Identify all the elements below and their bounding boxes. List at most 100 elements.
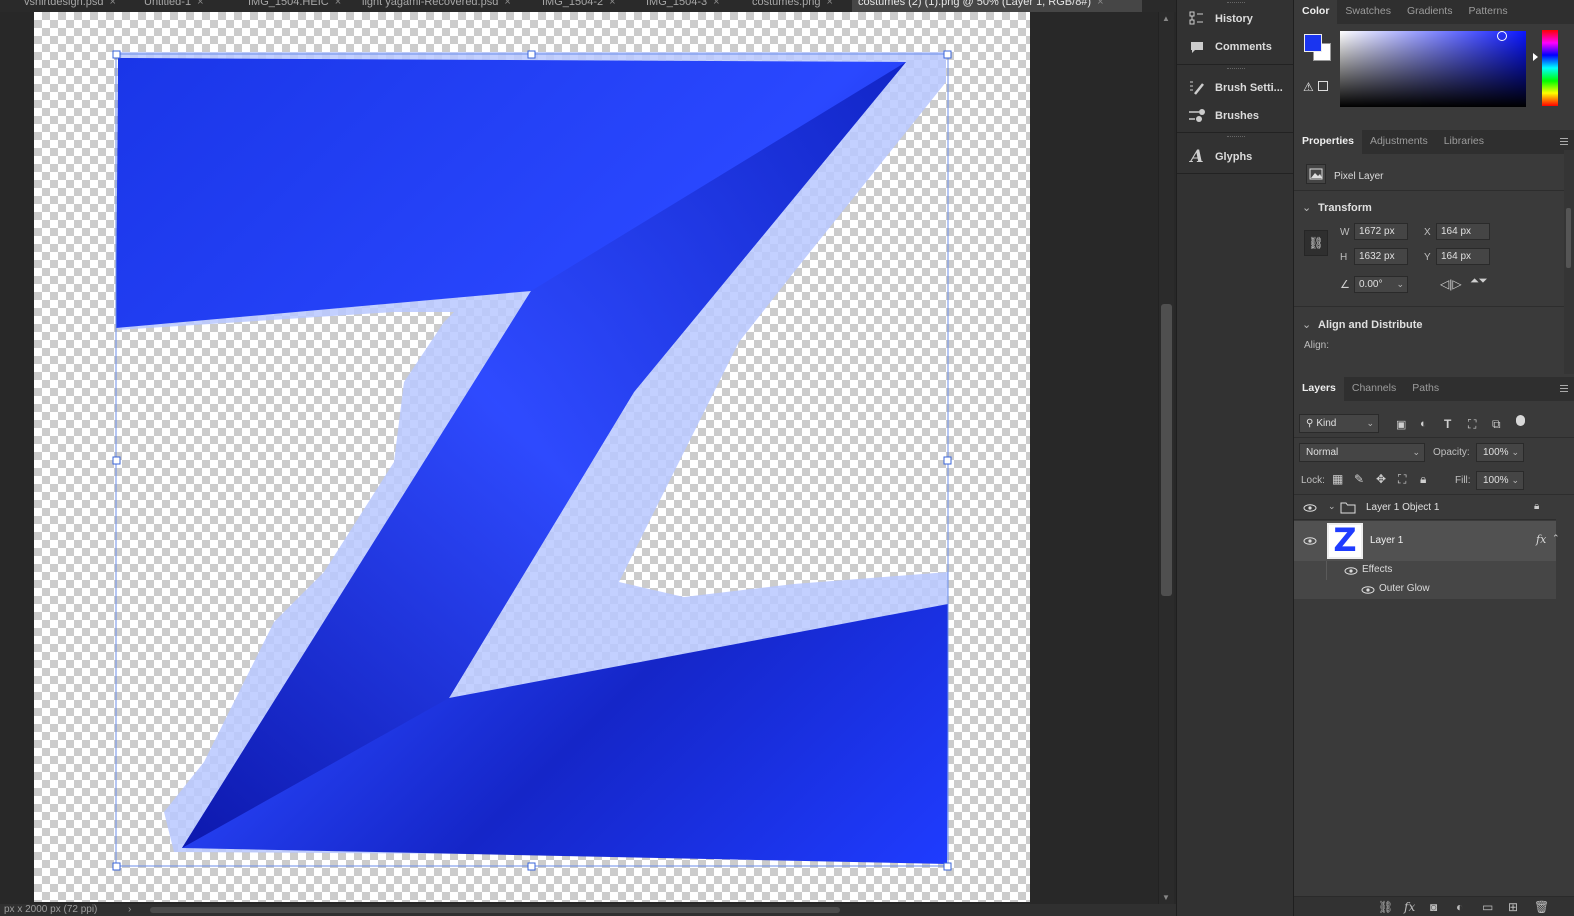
new-layer-icon[interactable]: ⊞ xyxy=(1508,900,1518,914)
handle-bottom-middle[interactable] xyxy=(527,862,536,871)
chevron-down-icon[interactable]: ⌄ xyxy=(1511,444,1519,461)
doc-tab-img1504-heic[interactable]: IMG_1504.HEIC × xyxy=(242,0,341,12)
dock-grip[interactable] xyxy=(1227,2,1245,4)
align-section-toggle[interactable]: ⌄ Align and Distribute xyxy=(1302,318,1423,331)
chevron-down-icon[interactable]: ⌄ xyxy=(1396,277,1404,292)
doc-tab-light-yagami[interactable]: light yagami-Recovered.psd × xyxy=(356,0,511,12)
handle-top-middle[interactable] xyxy=(527,50,536,59)
foreground-color-swatch[interactable] xyxy=(1304,34,1322,52)
chevron-down-icon[interactable]: ⌄ xyxy=(1511,472,1519,489)
tab-layers[interactable]: Layers xyxy=(1294,377,1344,401)
dock-grip[interactable] xyxy=(1227,136,1245,138)
doc-tab-costumes[interactable]: costumes.png × xyxy=(746,0,833,12)
color-saturation-field[interactable] xyxy=(1340,31,1526,107)
handle-middle-left[interactable] xyxy=(112,456,121,465)
web-safe-color-swatch[interactable] xyxy=(1318,81,1328,91)
dock-grip[interactable] xyxy=(1227,68,1245,70)
filter-toggle-icon[interactable] xyxy=(1516,415,1525,426)
tab-properties[interactable]: Properties xyxy=(1294,130,1362,154)
handle-top-left[interactable] xyxy=(112,50,121,59)
handle-bottom-left[interactable] xyxy=(112,862,121,871)
horizontal-scroll-thumb[interactable] xyxy=(150,907,840,913)
chevron-down-icon[interactable]: ⌄ xyxy=(1328,501,1336,512)
hue-slider[interactable] xyxy=(1542,30,1558,106)
visibility-eye-icon[interactable] xyxy=(1361,586,1375,594)
link-layers-icon[interactable]: ⛓ xyxy=(1378,900,1393,914)
tab-adjustments[interactable]: Adjustments xyxy=(1362,130,1436,154)
filter-adjustment-icon[interactable]: ◐ xyxy=(1420,418,1427,430)
flip-vertical-icon[interactable]: ⏶⏷ xyxy=(1470,275,1488,288)
tab-patterns[interactable]: Patterns xyxy=(1460,0,1515,24)
document-canvas[interactable] xyxy=(34,12,1030,902)
properties-scrollbar[interactable] xyxy=(1564,150,1574,374)
dock-brush-settings[interactable]: Brush Setti... xyxy=(1177,74,1293,102)
x-field[interactable]: 164 px xyxy=(1436,223,1490,240)
height-field[interactable]: 1632 px xyxy=(1354,248,1408,265)
status-menu-chevron-icon[interactable]: › xyxy=(128,904,131,916)
visibility-eye-icon[interactable] xyxy=(1303,504,1317,512)
close-icon[interactable]: × xyxy=(197,0,203,8)
close-icon[interactable]: × xyxy=(609,0,615,8)
doc-tab-img1504-3[interactable]: IMG_1504-3 × xyxy=(640,0,720,12)
layer-group-row[interactable]: ⌄ Layer 1 Object 1 🔒︎ xyxy=(1294,496,1556,520)
tab-paths[interactable]: Paths xyxy=(1404,377,1447,401)
panel-menu-icon[interactable] xyxy=(1560,385,1568,392)
dock-comments[interactable]: Comments xyxy=(1177,33,1293,61)
filter-shape-icon[interactable]: ⛶ xyxy=(1468,417,1476,432)
layer-thumbnail[interactable]: Z xyxy=(1327,523,1363,559)
dock-history[interactable]: History xyxy=(1177,5,1293,33)
close-icon[interactable]: × xyxy=(504,0,510,8)
tab-color[interactable]: Color xyxy=(1294,0,1338,24)
handle-top-right[interactable] xyxy=(943,50,952,59)
fill-field[interactable]: 100% ⌄ xyxy=(1476,471,1524,490)
doc-tab-img1504-2[interactable]: IMG_1504-2 × xyxy=(536,0,616,12)
scroll-up-arrow-icon[interactable]: ▲ xyxy=(1162,14,1170,23)
layer-row-layer1[interactable]: Z Layer 1 fx ⌃ xyxy=(1294,521,1560,561)
tab-gradients[interactable]: Gradients xyxy=(1399,0,1461,24)
canvas-area[interactable] xyxy=(0,12,1158,904)
trash-icon[interactable]: 🗑︎ xyxy=(1534,900,1549,914)
y-field[interactable]: 164 px xyxy=(1436,248,1490,265)
opacity-field[interactable]: 100% ⌄ xyxy=(1476,443,1524,462)
new-adjustment-layer-icon[interactable]: ◐ xyxy=(1456,900,1463,914)
hue-slider-arrow-icon[interactable] xyxy=(1533,53,1538,61)
handle-bottom-right[interactable] xyxy=(943,862,952,871)
dock-brushes[interactable]: Brushes xyxy=(1177,102,1293,130)
filter-pixel-icon[interactable]: ▣ xyxy=(1396,418,1406,431)
add-mask-icon[interactable]: ◙ xyxy=(1430,900,1437,914)
fx-badge[interactable]: fx xyxy=(1536,533,1546,546)
color-picker-cursor[interactable] xyxy=(1497,31,1507,41)
flip-horizontal-icon[interactable]: ◁|▷ xyxy=(1440,277,1462,291)
scroll-thumb[interactable] xyxy=(1161,304,1172,596)
doc-tab-vshirtdesign[interactable]: vshirtdesign.psd × xyxy=(18,0,116,12)
canvas-vertical-scrollbar[interactable]: ▲ ▼ xyxy=(1158,12,1174,904)
close-icon[interactable]: × xyxy=(110,0,116,8)
lock-image-pixels-icon[interactable]: ✎ xyxy=(1354,472,1364,486)
link-dimensions-icon[interactable]: ⛓ xyxy=(1304,230,1328,256)
close-icon[interactable]: × xyxy=(335,0,341,8)
scroll-thumb[interactable] xyxy=(1566,208,1571,268)
tab-channels[interactable]: Channels xyxy=(1344,377,1404,401)
width-field[interactable]: 1672 px xyxy=(1354,223,1408,240)
doc-tab-costumes-active[interactable]: costumes (2) (1).png @ 50% (Layer 1, RGB… xyxy=(852,0,1142,12)
tab-swatches[interactable]: Swatches xyxy=(1337,0,1399,24)
doc-tab-untitled[interactable]: Untitled-1 × xyxy=(138,0,204,12)
handle-middle-right[interactable] xyxy=(943,456,952,465)
lock-all-icon[interactable]: 🔒︎ xyxy=(1420,472,1426,487)
panel-menu-icon[interactable] xyxy=(1560,138,1568,145)
layer-filter-kind-select[interactable]: ⚲ Kind ⌄ xyxy=(1299,414,1379,433)
lock-artboard-icon[interactable]: ⛶ xyxy=(1398,472,1406,487)
effect-outer-glow-row[interactable]: Outer Glow xyxy=(1294,580,1556,599)
transform-section-toggle[interactable]: ⌄ Transform xyxy=(1302,201,1372,214)
chevron-up-icon[interactable]: ⌃ xyxy=(1552,533,1560,544)
add-layer-style-icon[interactable]: fx xyxy=(1404,900,1415,914)
close-icon[interactable]: × xyxy=(1097,0,1103,8)
new-group-icon[interactable]: ▭ xyxy=(1482,900,1493,914)
tab-libraries[interactable]: Libraries xyxy=(1436,130,1492,154)
filter-type-icon[interactable]: T xyxy=(1444,417,1451,431)
effects-row[interactable]: Effects xyxy=(1294,561,1556,599)
visibility-eye-icon[interactable] xyxy=(1303,537,1317,545)
angle-field[interactable]: 0.00° ⌄ xyxy=(1354,276,1408,293)
filter-smart-object-icon[interactable]: ⧉ xyxy=(1492,417,1501,432)
gamut-warning-icon[interactable]: ⚠ xyxy=(1303,80,1314,94)
